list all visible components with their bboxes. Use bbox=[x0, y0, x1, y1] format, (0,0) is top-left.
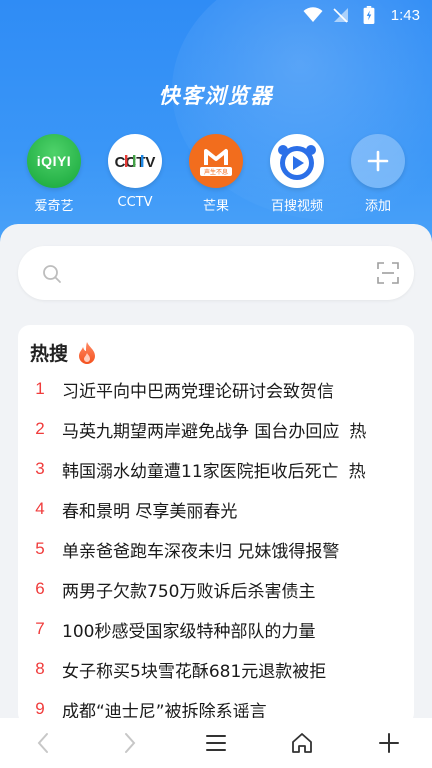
back-button[interactable] bbox=[23, 723, 63, 763]
forward-button[interactable] bbox=[110, 723, 150, 763]
hot-search-text: 习近平向中巴两党理论研讨会致贺信 bbox=[62, 381, 334, 402]
hot-tag: 热 bbox=[349, 421, 367, 442]
chevron-right-icon bbox=[124, 733, 135, 753]
hot-search-item[interactable]: 3 韩国溺水幼童遭11家医院拒收后死亡 热 bbox=[18, 449, 414, 489]
rank-number: 5 bbox=[35, 539, 45, 558]
home-icon bbox=[292, 733, 313, 753]
baisou-video-logo-graphic bbox=[278, 145, 316, 180]
battery-charging-icon bbox=[363, 6, 375, 24]
search-icon bbox=[43, 265, 61, 283]
search-bar[interactable] bbox=[18, 246, 414, 300]
plus-icon bbox=[351, 134, 405, 188]
cctv-logo-icon: CCTV bbox=[108, 134, 162, 188]
mango-logo-icon: 声生不息 bbox=[189, 134, 243, 188]
hot-search-text: 单亲爸爸跑车深夜未归 兄妹饿得报警 bbox=[62, 541, 340, 562]
plus-icon bbox=[378, 733, 399, 753]
rank-number: 8 bbox=[35, 659, 45, 678]
iqiyi-logo-text: iQIYI bbox=[36, 153, 72, 169]
rank-number: 4 bbox=[35, 499, 45, 518]
hot-search-item[interactable]: 1 习近平向中巴两党理论研讨会致贺信 bbox=[18, 369, 414, 409]
shortcut-label: 芒果 bbox=[202, 199, 229, 214]
scan-qr-icon[interactable] bbox=[376, 261, 400, 285]
hot-search-text: 春和景明 尽享美丽春光 bbox=[62, 501, 238, 522]
shortcut-grid: iQIYI 爱奇艺 CCTV CCTV 声生不息 芒果 bbox=[14, 134, 418, 214]
shortcut-label: 爱奇艺 bbox=[34, 199, 74, 214]
new-tab-button[interactable] bbox=[369, 723, 409, 763]
shortcut-baisou-video[interactable]: 百搜视频 bbox=[257, 134, 337, 214]
hot-search-item[interactable]: 2 马英九期望两岸避免战争 国台办回应 热 bbox=[18, 409, 414, 449]
wifi-icon bbox=[303, 7, 323, 22]
shortcut-label: CCTV bbox=[117, 195, 153, 210]
hot-search-item[interactable]: 6 两男子欠款750万败诉后杀害债主 bbox=[18, 569, 414, 609]
hot-search-text: 女子称买5块雪花酥681元退款被拒 bbox=[62, 661, 327, 682]
hot-search-header: 热搜 bbox=[30, 339, 98, 366]
hot-search-text: 马英九期望两岸避免战争 国台办回应 bbox=[62, 421, 340, 442]
no-signal-icon bbox=[333, 8, 348, 23]
app-title: 快客浏览器 bbox=[158, 84, 274, 108]
chevron-left-icon bbox=[37, 733, 49, 753]
add-shortcut-button[interactable]: 添加 bbox=[338, 134, 418, 214]
shortcut-iqiyi[interactable]: iQIYI 爱奇艺 bbox=[14, 134, 94, 214]
mango-logo-text: 声生不息 bbox=[204, 168, 228, 176]
hot-search-text: 100秒感受国家级特种部队的力量 bbox=[62, 621, 316, 642]
rank-number: 7 bbox=[35, 619, 45, 638]
hot-search-item[interactable]: 8 女子称买5块雪花酥681元退款被拒 bbox=[18, 649, 414, 689]
hot-search-title: 热搜 bbox=[30, 343, 69, 365]
baisou-video-logo-icon bbox=[270, 134, 324, 188]
hot-search-text: 韩国溺水幼童遭11家医院拒收后死亡 bbox=[62, 461, 339, 482]
hot-search-list: 1 习近平向中巴两党理论研讨会致贺信 2 马英九期望两岸避免战争 国台办回应 热… bbox=[18, 369, 414, 725]
mango-logo-graphic: 声生不息 bbox=[200, 149, 232, 176]
shortcut-mango[interactable]: 声生不息 芒果 bbox=[176, 134, 256, 214]
menu-button[interactable] bbox=[196, 723, 236, 763]
rank-number: 1 bbox=[35, 379, 45, 398]
cctv-logo-graphic: CCTV bbox=[115, 154, 156, 170]
rank-number: 2 bbox=[35, 419, 45, 438]
shortcut-label: 添加 bbox=[364, 199, 391, 214]
hot-search-item[interactable]: 7 100秒感受国家级特种部队的力量 bbox=[18, 609, 414, 649]
rank-number: 3 bbox=[35, 459, 45, 478]
home-button[interactable] bbox=[282, 723, 322, 763]
rank-number: 9 bbox=[35, 699, 45, 718]
hot-search-item[interactable]: 4 春和景明 尽享美丽春光 bbox=[18, 489, 414, 529]
rank-number: 6 bbox=[35, 579, 45, 598]
search-input[interactable] bbox=[70, 258, 360, 288]
iqiyi-logo-icon: iQIYI bbox=[27, 134, 81, 188]
bottom-navigation-bar bbox=[0, 718, 432, 768]
menu-icon bbox=[205, 735, 226, 751]
hot-search-card: 热搜 1 习近平向中巴两党理论研讨会致贺信 2 马英九期望两岸避免战争 国台办回… bbox=[18, 325, 414, 725]
shortcut-label: 百搜视频 bbox=[270, 199, 323, 214]
hot-search-text: 两男子欠款750万败诉后杀害债主 bbox=[62, 581, 316, 602]
shortcut-cctv[interactable]: CCTV CCTV bbox=[95, 134, 175, 214]
status-bar: 1:43 bbox=[0, 0, 432, 30]
clock: 1:43 bbox=[390, 6, 420, 24]
hot-search-item[interactable]: 5 单亲爸爸跑车深夜未归 兄妹饿得报警 bbox=[18, 529, 414, 569]
fire-icon bbox=[79, 341, 96, 364]
hot-tag: 热 bbox=[348, 461, 366, 482]
